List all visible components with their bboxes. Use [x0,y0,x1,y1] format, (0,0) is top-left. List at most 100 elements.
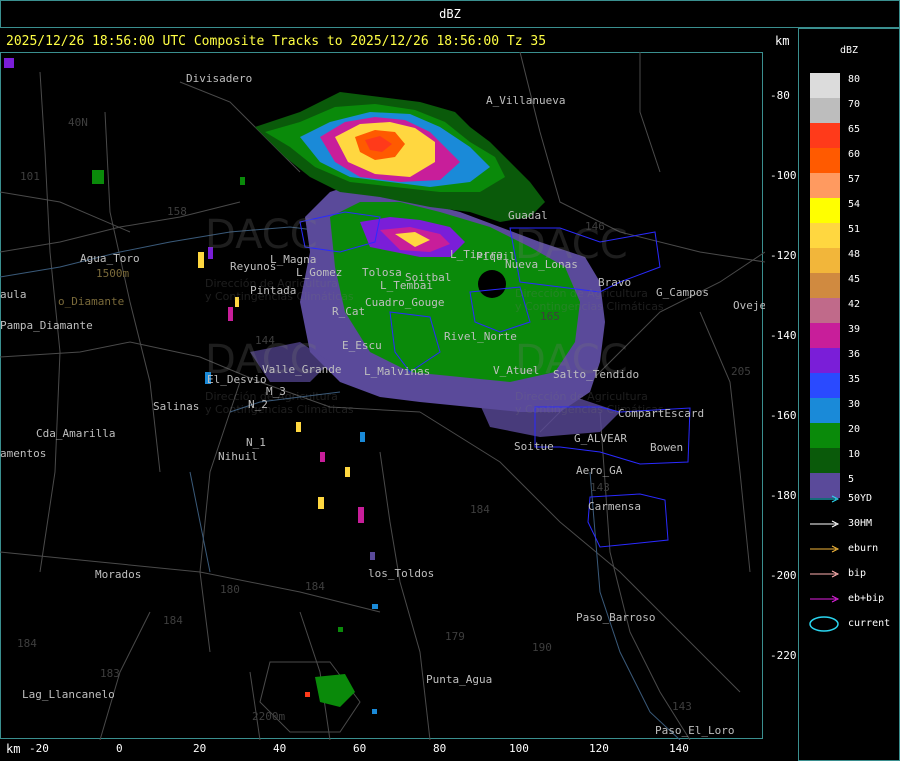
legend-swatch-80 [810,73,840,98]
legend-swatch-39 [810,323,840,348]
legend-level-label: 54 [848,199,861,210]
place-label: Divisadero [186,72,253,85]
track-arrow-icon [810,595,840,603]
place-label: Nihuil [218,450,258,463]
place-label: A_Villanueva [486,94,566,107]
place-label: 184 [470,503,490,516]
place-label: 180 [220,583,240,596]
y-axis-unit: km [775,34,790,48]
legend-swatch-45 [810,273,840,298]
place-label: L_Malvinas [364,365,431,378]
legend-level-label: 45 [848,274,861,285]
y-tick-label: -100 [770,169,797,182]
track-label: eburn [848,543,879,554]
legend-swatch-42 [810,298,840,323]
place-label: Carmensa [588,500,641,513]
legend-swatch-65 [810,123,840,148]
legend-level-label: 48 [848,249,861,260]
place-label: 184 [163,614,183,627]
x-tick-label: 80 [433,742,447,755]
x-tick-label: 100 [509,742,529,755]
place-label: 205 [731,365,751,378]
legend-level-label: 60 [848,149,861,160]
y-tick-label: -200 [770,569,797,582]
x-tick-label: 0 [116,742,123,755]
place-label: Valle_Grande [262,363,342,376]
place-label: M_3 [266,385,286,398]
place-label: 146 [585,220,605,233]
watermark-brand-1: DACC [205,212,318,258]
legend-swatch-35 [810,373,840,398]
legend-swatch-36 [810,348,840,373]
track-label: eb+bip [848,593,885,604]
place-label: 158 [167,205,187,218]
legend-title: dBZ [840,45,859,56]
place-label: 165 [540,310,560,323]
legend-swatch-48 [810,248,840,273]
place-label: 143 [672,700,692,713]
x-tick-label: 20 [193,742,207,755]
legend-level-label: 10 [848,449,861,460]
place-label: Morados [95,568,142,581]
watermark-subtitle-2b: y Contingencias Climáticas [515,300,664,313]
place-label: Nueva_Lonas [505,258,578,271]
place-label: Paso_Barroso [576,611,656,624]
legend-track-30HM: 30HM [808,517,898,531]
legend-track-50YD: 50YD [808,492,898,506]
place-label: N_2 [248,398,268,411]
legend-swatch-20 [810,423,840,448]
legend-track-eburn: eburn [808,542,898,556]
place-label: 40N [68,116,88,129]
place-label: El_Desvio [207,373,267,386]
window-title-bar: dBZ [0,0,900,28]
legend-level-label: 39 [848,324,861,335]
track-arrow-icon [810,520,840,528]
place-label: L_Magna [270,253,317,266]
place-label: Soitue [514,440,554,453]
place-label: 1500m [96,267,130,280]
window-title: dBZ [439,7,461,21]
legend-swatch-70 [810,98,840,123]
watermark-subtitle-4a: Dirección de Agricultura [515,390,648,403]
legend-level-label: 80 [848,74,861,85]
place-label: 184 [305,580,325,593]
radar-map-graphics [0,52,765,740]
place-label: L_Tembai [380,279,433,292]
y-tick-label: -120 [770,249,797,262]
place-label: L_Gomez [296,266,343,279]
place-label: R_Cat [332,305,366,318]
place-label: los_Toldos [368,567,435,580]
place-label: Paso_El_Loro [655,724,735,737]
x-tick-label: 140 [669,742,689,755]
track-arrow-icon [810,570,840,578]
legend-swatch-60 [810,148,840,173]
place-label: 144 [255,334,275,347]
legend-level-label: 30 [848,399,861,410]
place-label: 2200m [252,710,286,723]
x-tick-label: 120 [589,742,609,755]
place-label: G_ALVEAR [574,432,627,445]
place-label: amentos [0,447,47,460]
legend-track-bip: bip [808,567,898,581]
radar-map[interactable]: DACC Dirección de Agricultura y Continge… [0,52,765,740]
legend-level-label: 51 [848,224,861,235]
place-label: N_1 [246,436,266,449]
legend-current-cell: current [808,615,898,632]
track-label: current [848,618,891,629]
place-label: aula [0,288,27,301]
x-tick-label: -20 [29,742,49,755]
legend-swatch-54 [810,198,840,223]
legend-level-label: 5 [848,474,855,485]
track-label: 30HM [848,518,873,529]
place-label: G_Campos [656,286,709,299]
legend-level-label: 35 [848,374,861,385]
legend-level-label: 57 [848,174,861,185]
y-tick-label: -220 [770,649,797,662]
place-label: Cda_Amarilla [36,427,116,440]
track-arrow-icon [810,545,840,553]
y-tick-label: -160 [770,409,797,422]
legend-level-label: 36 [848,349,861,360]
legend-swatch-30 [810,398,840,423]
track-label: bip [848,568,867,579]
place-label: 143 [590,481,610,494]
